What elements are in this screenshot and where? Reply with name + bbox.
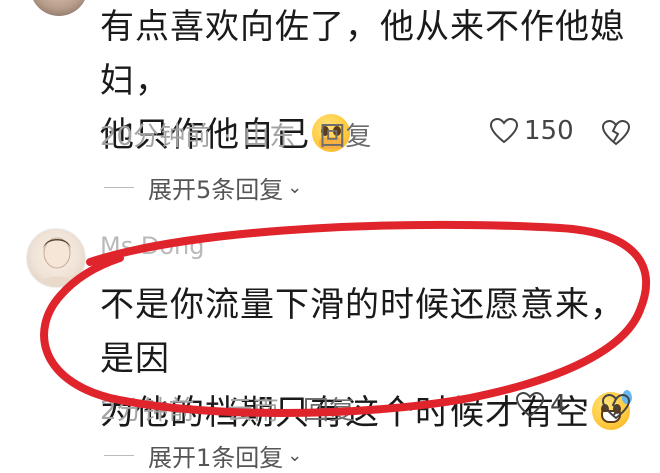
comment-meta: 20分钟前 · 山东 回复 [100,116,371,153]
separator: · [223,122,232,152]
comment-location: 云南 [226,396,279,426]
avatar[interactable] [26,228,86,288]
chevron-down-icon: ⌄ [287,177,303,198]
chevron-down-icon: ⌄ [287,445,303,466]
heart-icon [490,118,518,144]
comment-time: 2分钟前 [100,396,195,426]
comment-line: 有点喜欢向佐了，他从来不作他媳妇， [100,7,625,101]
divider-line [104,455,134,456]
comment-line: 不是你流量下滑的时候还愿意来，是因 [100,285,625,379]
broken-heart-icon[interactable] [602,394,630,420]
like-button[interactable]: 150 [490,116,574,146]
expand-label: 展开1条回复 [148,444,284,472]
avatar[interactable] [30,0,88,16]
comment-time: 20分钟前 [100,122,212,152]
like-button[interactable]: 4 [516,390,567,420]
like-count: 4 [550,390,567,420]
expand-replies-button[interactable]: 展开5条回复 ⌄ [104,170,302,205]
reply-button[interactable]: 回复 [303,396,355,426]
divider-line [104,187,134,188]
separator: · [206,396,215,426]
broken-heart-icon[interactable] [602,120,630,146]
reply-button[interactable]: 回复 [319,122,371,152]
avatar-illustration [39,237,75,287]
heart-icon [516,392,544,418]
like-count: 150 [524,116,574,146]
comment-meta: 2分钟前 · 云南 回复 [100,390,355,427]
expand-label: 展开5条回复 [148,176,284,204]
expand-replies-button[interactable]: 展开1条回复 ⌄ [104,438,302,473]
username[interactable]: Ms Dong [100,232,204,260]
comment-location: 山东 [243,122,296,152]
